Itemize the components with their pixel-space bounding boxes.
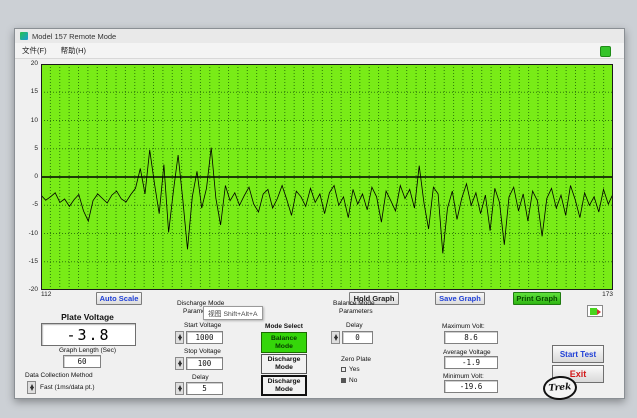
balance-delay-spinner[interactable] (331, 331, 340, 344)
y-tick-label: 15 (16, 88, 38, 95)
stop-voltage-spinner[interactable] (175, 357, 184, 370)
zero-plate-no-marker[interactable] (341, 378, 346, 383)
graph-length-field[interactable]: 60 (63, 355, 101, 368)
graph-tools-green (590, 308, 597, 315)
balance-delay-label: Delay (346, 322, 363, 329)
discharge-mode-button[interactable]: Discharge Mode (261, 354, 307, 374)
balance-mode-button[interactable]: Balance Mode (261, 332, 307, 353)
data-collection-spinner[interactable] (27, 381, 36, 394)
balance-delay-field[interactable]: 0 (342, 331, 373, 344)
discharge-delay-label: Delay (192, 374, 209, 381)
menu-help[interactable]: 帮助(H) (54, 43, 93, 58)
waveform-chart (41, 64, 613, 290)
print-graph-button[interactable]: Print Graph (513, 292, 561, 305)
start-voltage-field[interactable]: 1000 (186, 331, 223, 344)
y-tick-label: -15 (16, 258, 38, 265)
y-tick-label: -20 (16, 286, 38, 293)
x-axis-max-label: 173 (591, 291, 613, 298)
y-tick-label: 0 (16, 173, 38, 180)
discharge-mode-button-2[interactable]: Discharge Mode (261, 375, 307, 396)
title-bar[interactable]: Model 157 Remote Mode (15, 29, 624, 44)
avg-volt-label: Average Voltage (443, 349, 498, 356)
stop-voltage-label: Stop Voltage (184, 348, 221, 355)
discharge-delay-field[interactable]: 5 (186, 382, 223, 395)
trek-logo: Trek (542, 375, 578, 401)
stop-voltage-field[interactable]: 100 (186, 357, 223, 370)
plate-voltage-display: -3.8 (41, 323, 136, 346)
balance-title-line2: Parameters (339, 308, 373, 315)
zero-plate-no-label[interactable]: No (349, 377, 357, 384)
app-icon (20, 32, 28, 40)
desktop: Model 157 Remote Mode 文件(F) 帮助(H) 20 15 10… (0, 0, 637, 418)
start-voltage-spinner[interactable] (175, 331, 184, 344)
window-title: Model 157 Remote Mode (32, 32, 116, 41)
menu-bar: 文件(F) 帮助(H) (15, 43, 624, 59)
discharge-delay-spinner[interactable] (175, 382, 184, 395)
screenshot-tooltip: 视图 Shift+Alt+A (203, 306, 263, 320)
zero-plate-yes-marker[interactable] (341, 367, 346, 372)
zero-plate-label: Zero Plate (341, 356, 371, 363)
max-volt-value: 8.6 (444, 331, 498, 344)
y-tick-label: -10 (16, 230, 38, 237)
graph-tools-arrow-icon (597, 309, 601, 315)
y-tick-label: -5 (16, 201, 38, 208)
menu-file[interactable]: 文件(F) (15, 43, 54, 58)
graph-tools-icon[interactable] (587, 305, 603, 317)
app-window: Model 157 Remote Mode 文件(F) 帮助(H) 20 15 10… (14, 28, 625, 399)
min-volt-label: Minimum Volt: (443, 373, 498, 380)
max-volt-label: Maximum Volt: (442, 323, 498, 330)
graph-length-label: Graph Length (Sec) (41, 347, 134, 354)
x-axis-min-label: 112 (41, 291, 51, 298)
save-graph-button[interactable]: Save Graph (435, 292, 485, 305)
y-tick-label: 20 (16, 60, 38, 67)
zero-plate-yes-label[interactable]: Yes (349, 366, 360, 373)
mode-select-label: Mode Select (261, 323, 307, 330)
auto-scale-button[interactable]: Auto Scale (96, 292, 142, 305)
y-tick-label: 10 (16, 117, 38, 124)
start-voltage-label: Start Voltage (184, 322, 221, 329)
menu-green-icon[interactable] (600, 46, 611, 57)
data-collection-label: Data Collection Method (25, 372, 93, 379)
plate-voltage-label: Plate Voltage (41, 312, 134, 322)
start-test-button[interactable]: Start Test (552, 345, 604, 363)
y-tick-label: 5 (16, 145, 38, 152)
min-volt-value: -19.6 (444, 380, 498, 393)
avg-volt-value: -1.9 (444, 356, 498, 369)
balance-title-line1: Balance Mode (333, 300, 375, 307)
data-collection-value[interactable]: Fast (1ms/data pt.) (40, 384, 95, 391)
